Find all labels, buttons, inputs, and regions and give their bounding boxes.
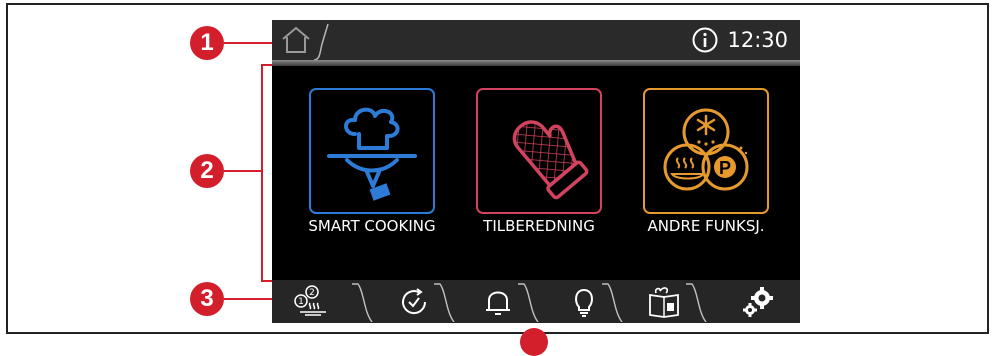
tab-settings[interactable] (728, 280, 788, 323)
callout-3-number: 3 (200, 285, 214, 312)
home-icon (282, 26, 310, 53)
andre-funksjoner-label: ANDRE FUNKSJ. (647, 217, 765, 235)
partial-callout-marker (520, 328, 548, 356)
callout-3: 3 (190, 282, 224, 316)
tab-divider-slash (313, 23, 329, 60)
settings-icon (743, 286, 773, 317)
light-bulb-icon (575, 288, 593, 317)
status-area: 12:30 (692, 26, 788, 54)
tab-separator (352, 283, 373, 322)
recipe-steps-icon: 2 1 (294, 284, 326, 316)
top-bar-divider (272, 60, 800, 66)
top-bar: 12:30 (272, 20, 800, 60)
svg-text:1: 1 (298, 297, 304, 307)
tab-separator (602, 283, 623, 322)
andre-funksjoner-tile[interactable]: P (643, 88, 769, 214)
info-icon[interactable] (692, 27, 718, 53)
tab-separator (434, 283, 455, 322)
chef-hat-tray-icon (327, 107, 417, 201)
callout-2-leader (224, 170, 262, 172)
svg-text:P: P (719, 158, 731, 178)
oven-display: 12:30 SMART COOKING TILBEREDNING P ANDRE… (272, 20, 800, 323)
svg-text:2: 2 (309, 288, 315, 298)
callout-2-number: 2 (200, 157, 214, 184)
smart-cooking-tile[interactable] (309, 88, 435, 214)
clock-time: 12:30 (727, 28, 788, 52)
smart-cooking-label: SMART COOKING (308, 217, 436, 235)
callout-3-leader (224, 298, 272, 300)
home-button[interactable] (278, 24, 314, 56)
cookbook-icon (649, 286, 679, 318)
callout-1: 1 (190, 26, 224, 60)
callout-2: 2 (190, 154, 224, 188)
bell-icon (486, 291, 510, 315)
tilberedning-label: TILBEREDNING (483, 217, 595, 235)
callout-1-number: 1 (200, 29, 214, 56)
oven-mitt-icon (512, 120, 589, 200)
timer-icon (402, 287, 427, 314)
bottom-toolbar: 2 1 (272, 280, 800, 323)
tab-recipe-steps[interactable]: 2 1 (280, 280, 340, 323)
other-functions-icon: P (663, 108, 749, 191)
tilberedning-tile[interactable] (476, 88, 602, 214)
tab-separator (518, 283, 539, 322)
callout-1-leader (224, 42, 272, 44)
tab-separator (686, 283, 707, 322)
